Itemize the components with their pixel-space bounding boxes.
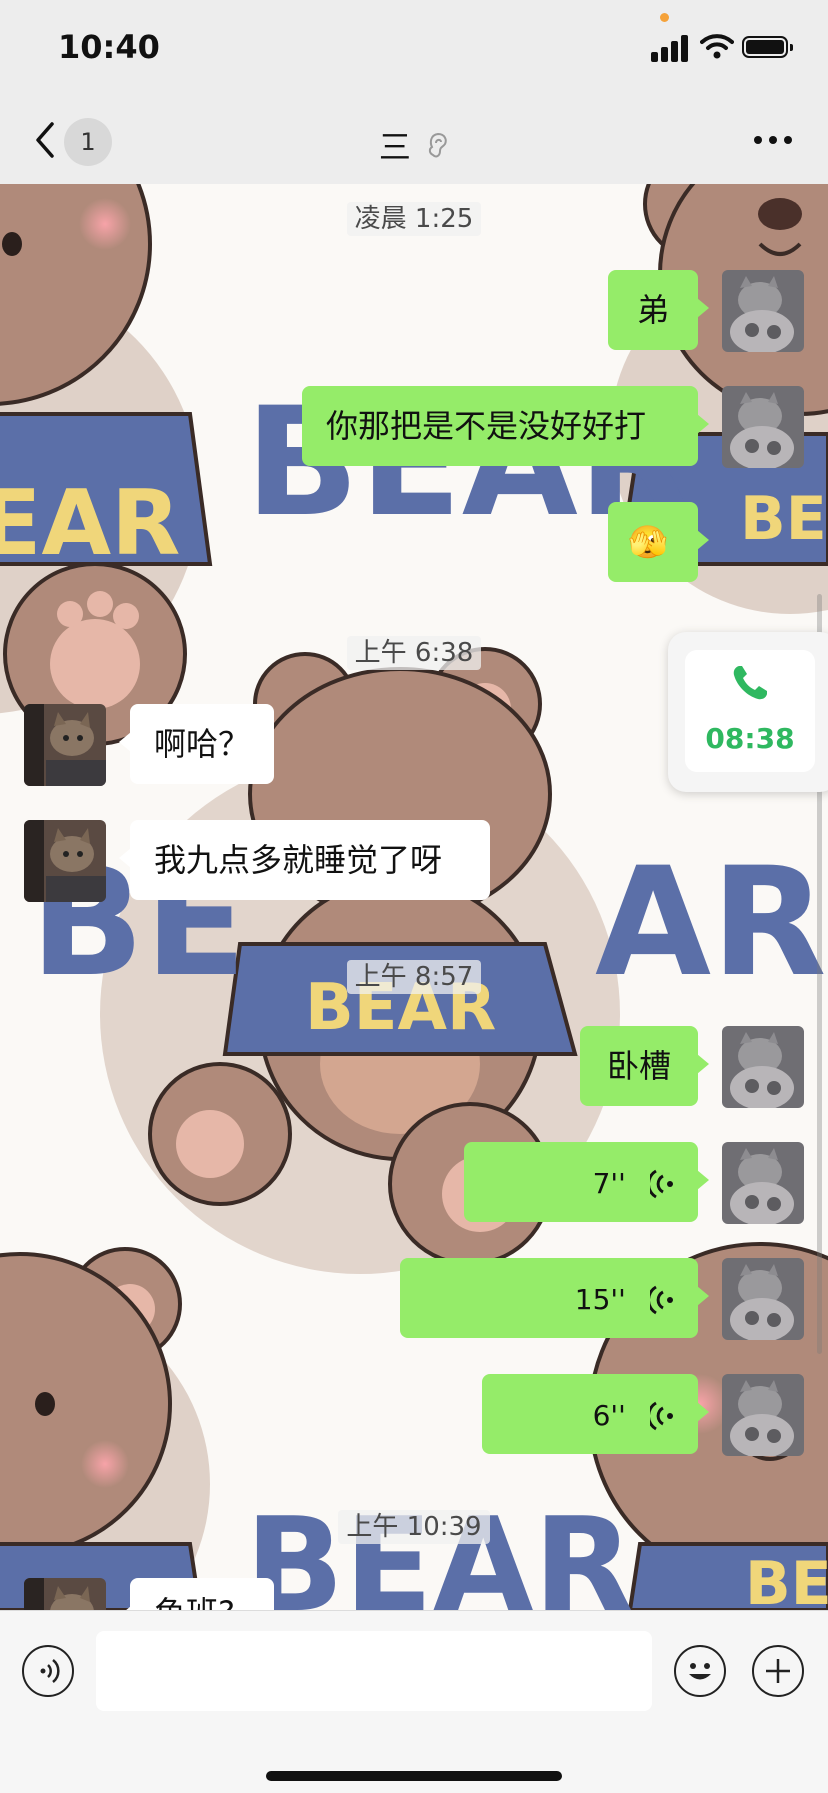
status-bar: 10:40 [0, 0, 828, 100]
home-indicator[interactable] [266, 1771, 562, 1781]
my-avatar[interactable] [722, 386, 804, 468]
emoji-message-sent[interactable]: 🫣 [608, 502, 709, 582]
voice-wave-icon [646, 1169, 673, 1199]
wifi-icon [700, 34, 734, 59]
my-avatar[interactable] [722, 1258, 804, 1340]
earpiece-mode-icon [428, 132, 447, 158]
chat-area[interactable]: BE BEAR EAR BEAR BE AR [0, 184, 828, 1610]
contact-avatar[interactable] [24, 820, 106, 902]
voice-wave-icon [646, 1401, 673, 1431]
timestamp: 上午 10:39 [0, 1506, 828, 1544]
privacy-indicator-dot [660, 13, 669, 22]
call-widget-card: 08:38 [685, 650, 815, 772]
svg-text:EAR: EAR [0, 471, 180, 576]
phone-icon [733, 666, 767, 700]
svg-text:BE: BE [740, 484, 827, 554]
message-bubble-received[interactable]: 鱼班? [119, 1578, 274, 1610]
voice-message-sent[interactable]: 6'' [482, 1374, 709, 1454]
contact-avatar[interactable] [24, 1578, 106, 1610]
message-bubble-sent[interactable]: 你那把是不是没好好打 [302, 386, 709, 466]
message-bubble-sent[interactable]: 弟 [608, 270, 709, 350]
my-avatar[interactable] [722, 1374, 804, 1456]
svg-text:BE: BE [745, 1549, 828, 1610]
plus-icon[interactable] [752, 1645, 804, 1697]
my-avatar[interactable] [722, 270, 804, 352]
timestamp: 上午 8:57 [0, 956, 828, 994]
voice-wave-icon [646, 1285, 673, 1315]
message-bubble-received[interactable]: 啊哈？ [119, 704, 274, 784]
emoji-icon[interactable] [674, 1645, 726, 1697]
contact-avatar[interactable] [24, 704, 106, 786]
voice-message-sent[interactable]: 7'' [464, 1142, 709, 1222]
cellular-signal-icon [651, 34, 691, 62]
voice-mode-icon[interactable] [22, 1645, 74, 1697]
my-avatar[interactable] [722, 1026, 804, 1108]
more-options-icon[interactable] [754, 136, 794, 146]
battery-icon [742, 36, 793, 58]
voice-duration: 7'' [592, 1167, 626, 1200]
chat-header: 1 三 [0, 100, 828, 185]
chat-title-text: 三 [378, 128, 411, 166]
status-time: 10:40 [58, 28, 160, 66]
floating-call-widget[interactable]: 08:38 [668, 632, 828, 792]
chat-title[interactable]: 三 [0, 122, 828, 168]
voice-duration: 15'' [574, 1283, 626, 1316]
call-duration: 08:38 [705, 722, 795, 755]
voice-duration: 6'' [592, 1399, 626, 1432]
timestamp: 凌晨 1:25 [0, 198, 828, 236]
message-input[interactable] [96, 1631, 652, 1711]
input-bar [0, 1610, 828, 1793]
message-bubble-received[interactable]: 我九点多就睡觉了呀 [119, 820, 490, 900]
voice-message-sent[interactable]: 15'' [400, 1258, 709, 1338]
message-bubble-sent[interactable]: 卧槽 [580, 1026, 709, 1106]
my-avatar[interactable] [722, 1142, 804, 1224]
